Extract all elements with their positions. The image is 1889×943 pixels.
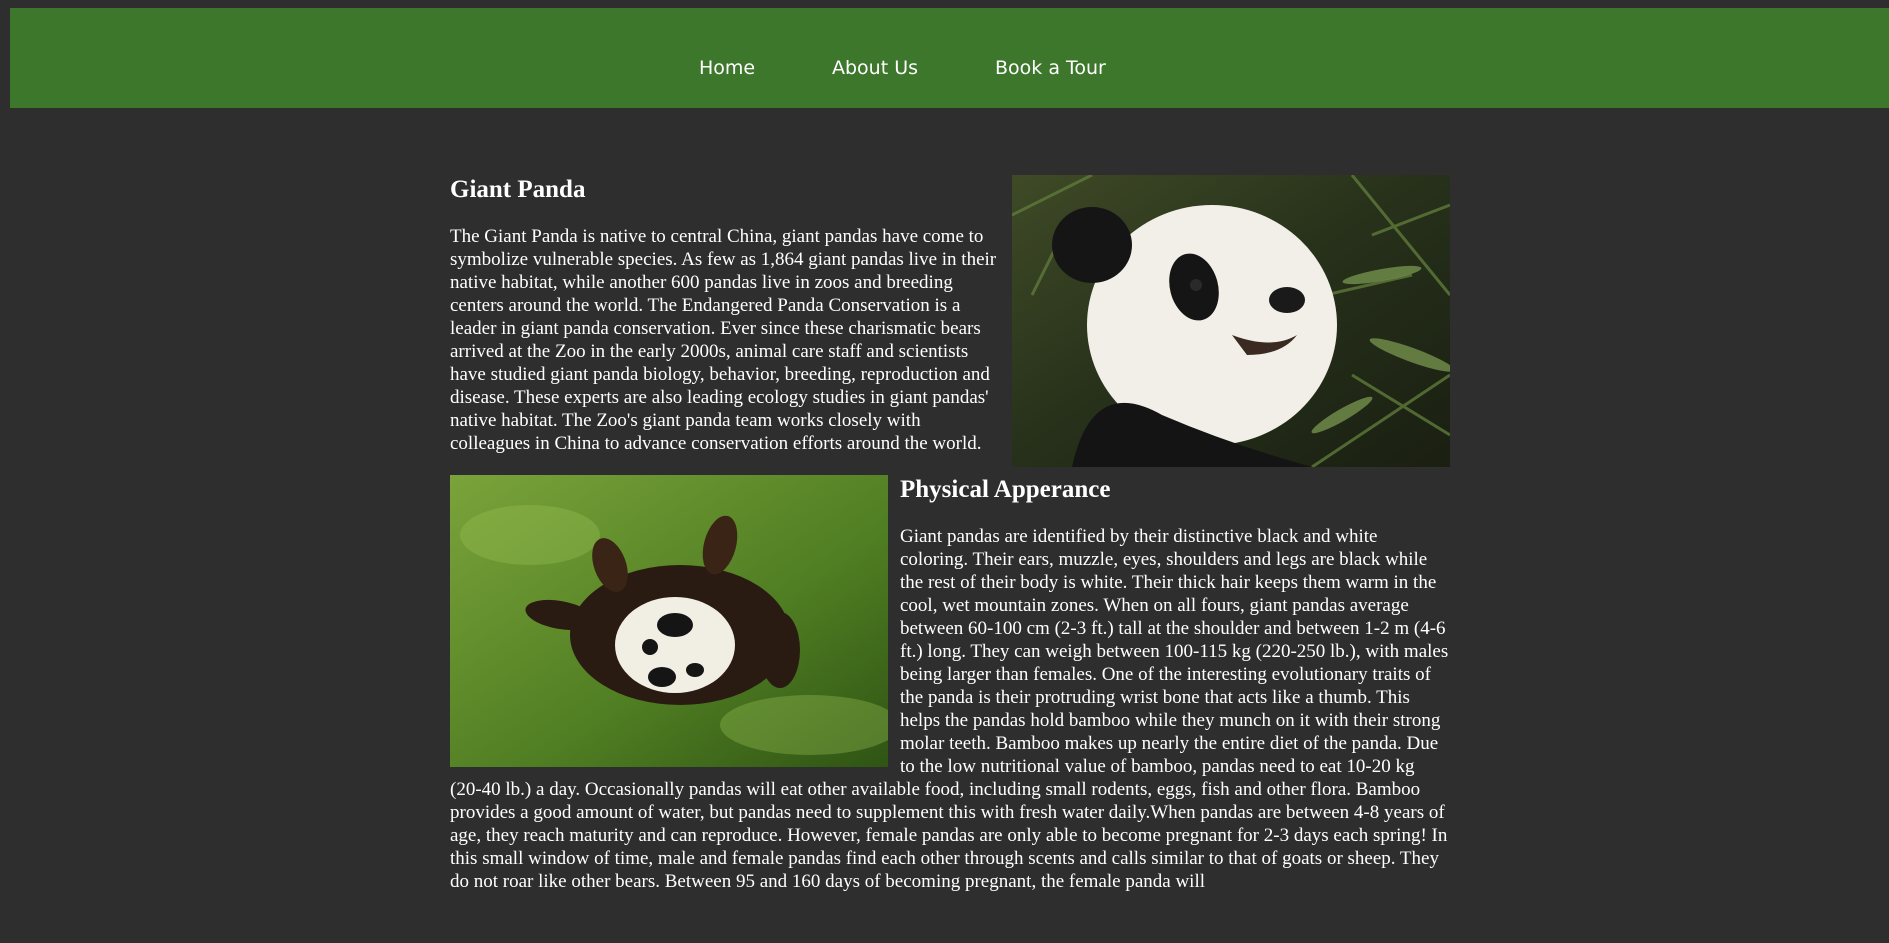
main-content: Giant Panda The Giant Panda is native to… — [450, 158, 1450, 913]
giant-panda-section: Giant Panda The Giant Panda is native to… — [450, 175, 1450, 467]
physical-appearance-section: Physical Apperance Giant pandas are iden… — [450, 475, 1450, 893]
top-navbar: Home About Us Book a Tour — [10, 8, 1889, 108]
nav-about-us-link[interactable]: About Us — [832, 57, 918, 79]
panda-eating-bamboo-image — [1012, 175, 1450, 467]
nav-home-link[interactable]: Home — [699, 57, 755, 79]
nav-book-a-tour-link[interactable]: Book a Tour — [995, 57, 1106, 79]
panda-rolling-image — [450, 475, 888, 767]
